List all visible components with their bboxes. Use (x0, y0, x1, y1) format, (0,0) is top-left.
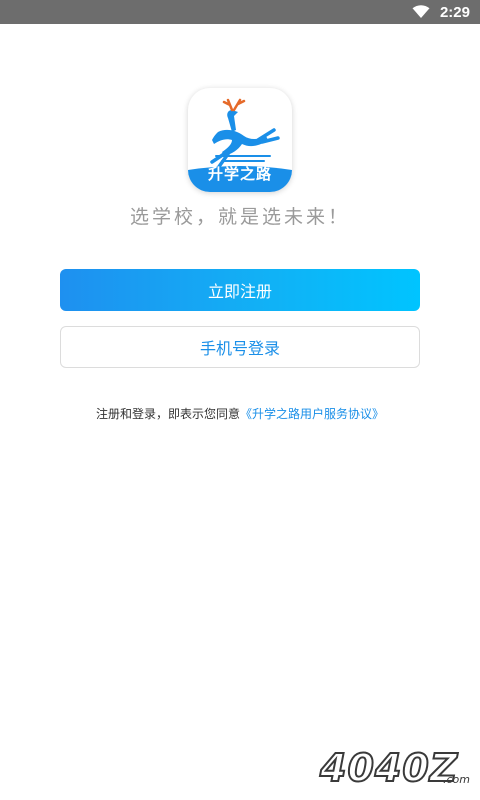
logo-text: 升学之路 (207, 165, 272, 183)
app-logo: 升学之路 (188, 88, 292, 192)
register-button[interactable]: 立即注册 (60, 269, 420, 311)
wifi-icon (412, 5, 430, 18)
watermark-text: 4040Z (319, 745, 459, 791)
slogan: 选学校，就是选未来！ (129, 206, 350, 228)
status-time: 2:29 (439, 3, 470, 21)
agreement-prefix: 注册和登录，即表示您同意 (95, 407, 240, 421)
agreement-text: 注册和登录，即表示您同意《升学之路用户服务协议》 (0, 405, 480, 422)
status-bar: 2:29 (0, 0, 480, 24)
user-agreement-link[interactable]: 《升学之路用户服务协议》 (240, 407, 384, 421)
phone-login-button[interactable]: 手机号登录 (60, 326, 420, 368)
watermark-logo: 4040Z .com (319, 745, 470, 792)
watermark-suffix: .com (443, 773, 470, 786)
